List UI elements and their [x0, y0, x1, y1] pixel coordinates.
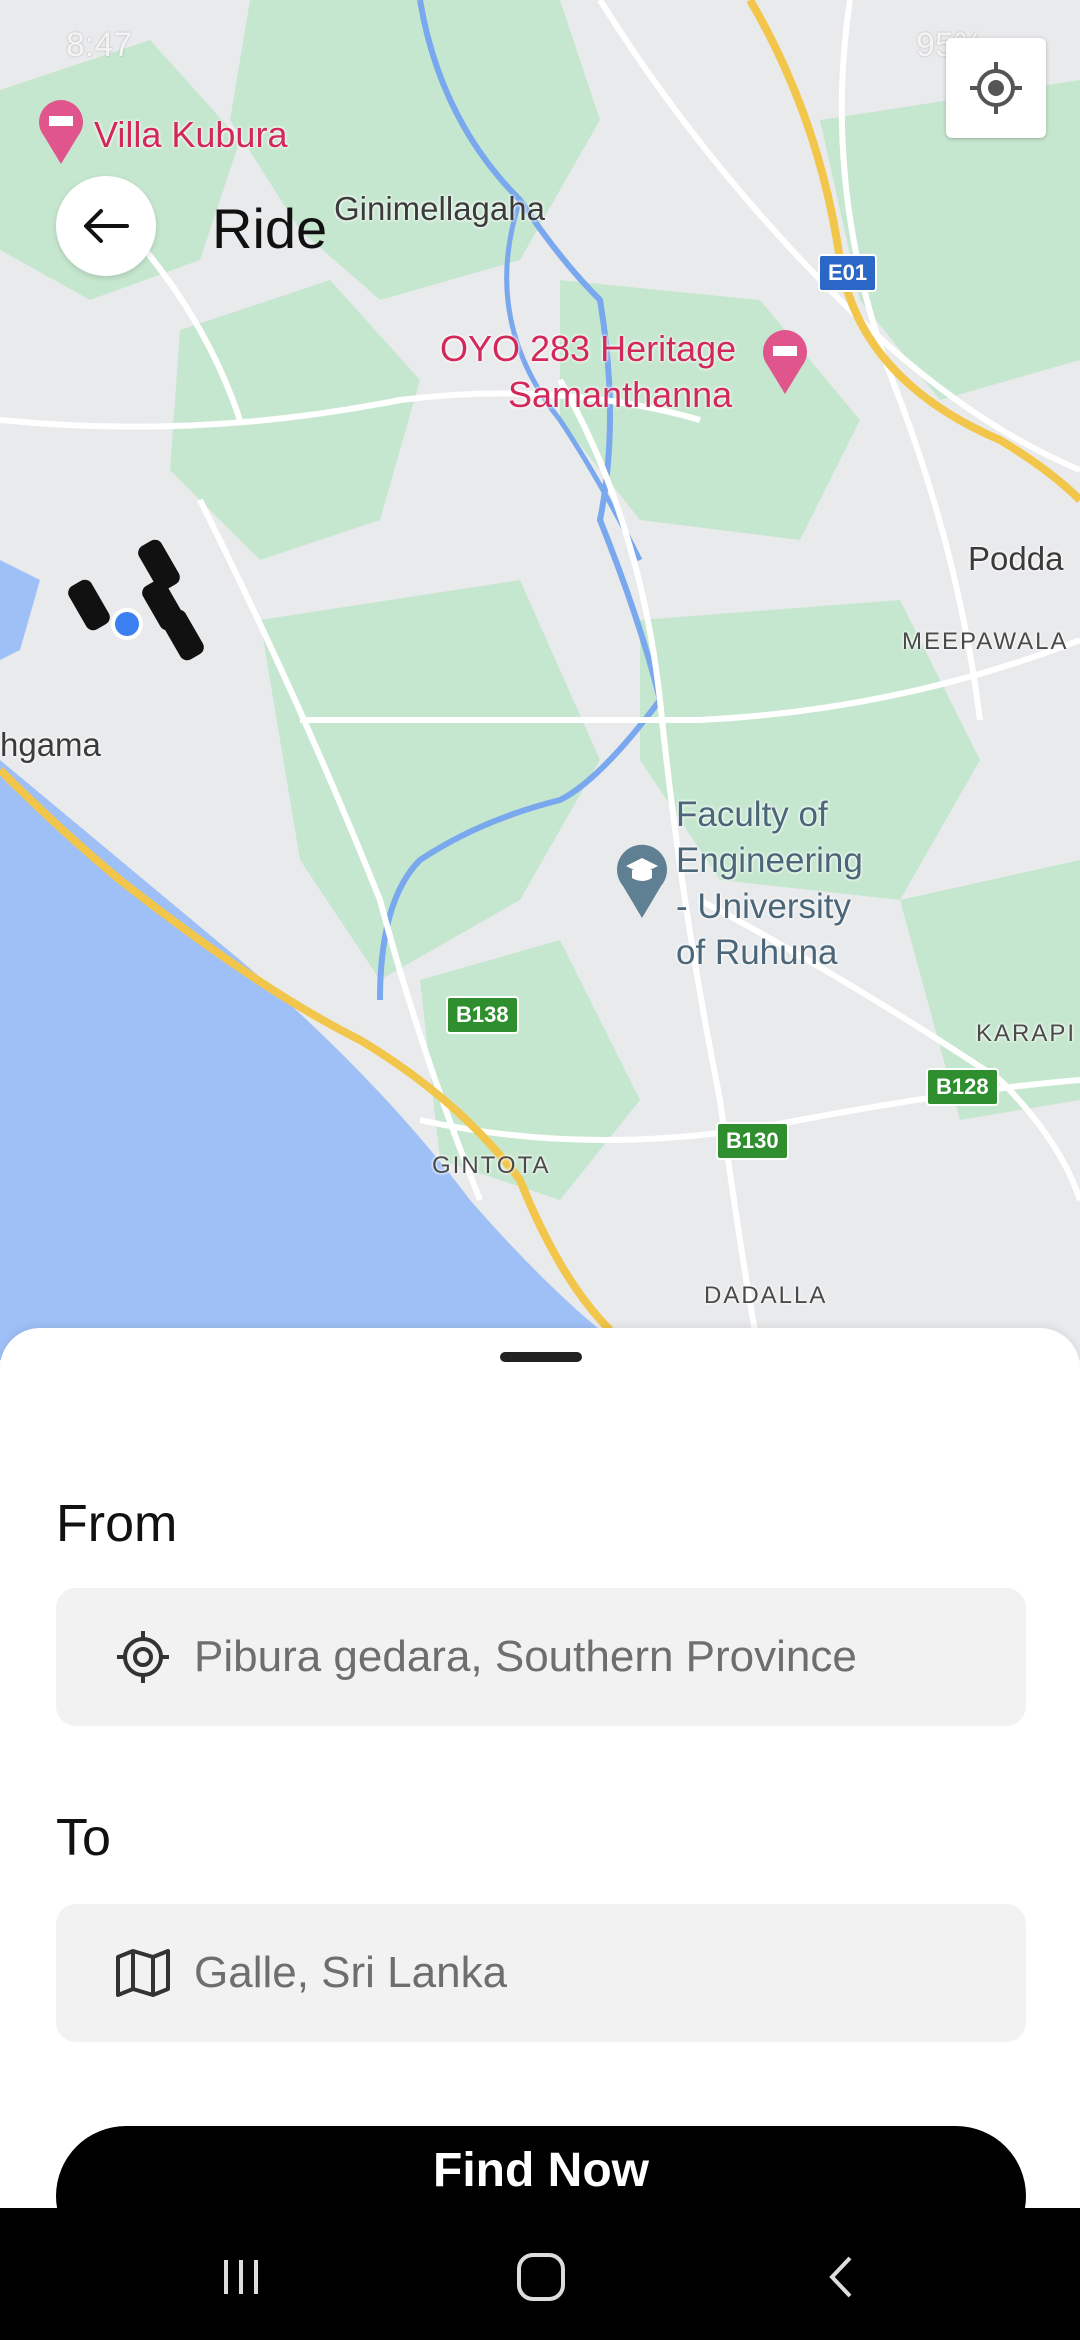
from-field[interactable]: Pibura gedara, Southern Province	[56, 1588, 1026, 1726]
map-label-gintota: GINTOTA	[432, 1152, 551, 1179]
faculty-line-4: of Ruhuna	[676, 933, 838, 972]
find-now-button[interactable]: Find Now	[56, 2126, 1026, 2208]
faculty-line-3: - University	[676, 887, 852, 926]
hotel-pin-icon[interactable]	[36, 96, 86, 166]
system-nav-bar	[0, 2208, 1080, 2340]
map-poi-villa-kubura[interactable]: Villa Kubura	[94, 114, 287, 156]
map-label-karapi: KARAPI	[976, 1020, 1077, 1047]
map-poi-oyo-line1[interactable]: OYO 283 Heritage	[440, 328, 736, 370]
map-label-dadalla: DADALLA	[704, 1282, 828, 1309]
faculty-line-1: Faculty of	[676, 795, 828, 834]
map-view[interactable]: 8:47 95% Villa Kubura Ginimellagaha OYO …	[0, 0, 1080, 1360]
road-shield-b128: B128	[926, 1068, 999, 1106]
my-location-button[interactable]	[946, 38, 1046, 138]
status-bar: 8:47 95%	[0, 22, 1080, 72]
home-button[interactable]	[506, 2242, 576, 2312]
recent-apps-button[interactable]	[206, 2242, 276, 2312]
page-title: Ride	[212, 197, 328, 260]
map-label-meepawala: MEEPAWALA	[902, 628, 1069, 655]
arrow-left-icon	[84, 209, 129, 243]
map-poi-oyo-line2[interactable]: Samanthanna	[508, 374, 732, 416]
system-back-button[interactable]	[808, 2242, 878, 2312]
map-icon	[108, 1938, 178, 2008]
crosshair-icon	[108, 1622, 178, 1692]
map-label-hgama: hgama	[0, 726, 101, 763]
map-label-ginimellagaha: Ginimellagaha	[334, 190, 545, 227]
sheet-drag-handle[interactable]	[500, 1352, 582, 1362]
trip-sheet: From Pibura gedara, Southern Province To…	[0, 1328, 1080, 2208]
map-poi-faculty[interactable]: Faculty of Engineering - University of R…	[676, 792, 863, 976]
from-label: From	[56, 1495, 178, 1553]
faculty-line-2: Engineering	[676, 841, 863, 880]
recents-icon	[224, 2260, 258, 2294]
university-pin-icon[interactable]	[614, 840, 670, 920]
car-icon	[68, 539, 204, 661]
back-button[interactable]	[56, 176, 156, 276]
road-shield-e01: E01	[818, 254, 878, 292]
status-time: 8:47	[66, 26, 133, 64]
nearby-cars	[68, 539, 204, 661]
user-location-dot	[115, 612, 139, 636]
to-field[interactable]: Galle, Sri Lanka	[56, 1904, 1026, 2042]
hotel-pin-icon[interactable]	[760, 326, 810, 396]
crosshair-icon	[970, 62, 1022, 114]
home-icon	[517, 2253, 565, 2301]
chevron-left-icon	[829, 2256, 852, 2298]
road-shield-b138: B138	[446, 996, 519, 1034]
map-label-podda: Podda	[968, 540, 1064, 577]
to-value: Galle, Sri Lanka	[194, 1948, 508, 1997]
to-label: To	[56, 1809, 111, 1867]
from-value: Pibura gedara, Southern Province	[194, 1632, 857, 1681]
road-shield-b130: B130	[716, 1122, 789, 1160]
